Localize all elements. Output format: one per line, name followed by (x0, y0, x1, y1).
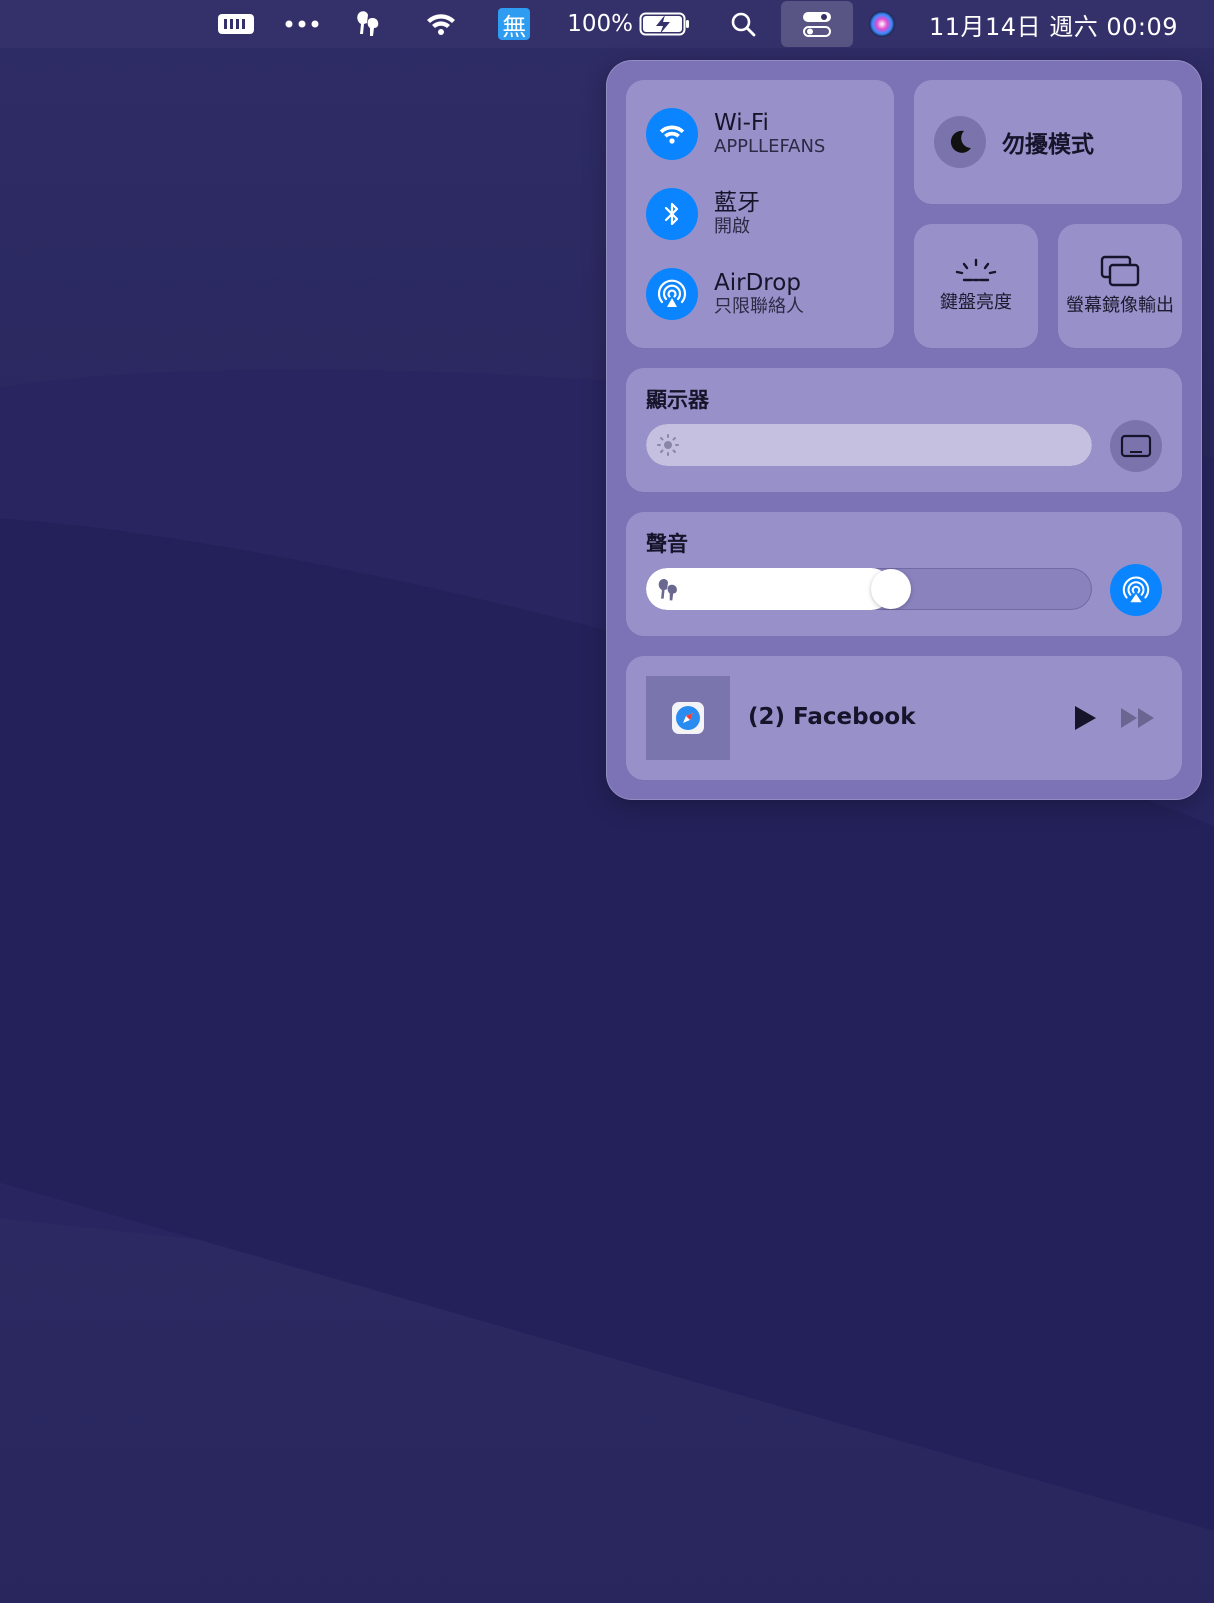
battery-status[interactable]: 100% (567, 0, 691, 48)
airdrop-status: 只限聯絡人 (714, 296, 804, 317)
wifi-icon[interactable] (401, 0, 481, 48)
display-title: 顯示器 (646, 388, 709, 412)
dnd-toggle[interactable] (934, 116, 986, 168)
more-icon[interactable] (269, 0, 335, 48)
keyboard-brightness-icon (955, 258, 997, 282)
bluetooth-row[interactable]: 藍牙 開啟 (646, 188, 760, 240)
do-not-disturb-tile[interactable]: 勿擾模式 (914, 80, 1182, 204)
memory-icon[interactable] (213, 0, 259, 48)
sun-icon (657, 434, 679, 456)
dnd-label: 勿擾模式 (1002, 132, 1094, 158)
input-method-label: 無 (498, 8, 531, 41)
volume-slider[interactable] (646, 568, 1092, 610)
wifi-title: Wi-Fi (714, 110, 769, 136)
bluetooth-icon (664, 202, 679, 226)
brightness-fill (646, 424, 1092, 466)
airdrop-title: AirDrop (714, 270, 801, 296)
keyboard-brightness-tile[interactable]: 鍵盤亮度 (914, 224, 1038, 348)
play-icon[interactable] (1072, 704, 1098, 732)
screen-mirroring-icon (1100, 255, 1140, 287)
sound-tile: 聲音 (626, 512, 1182, 636)
airdrop-row[interactable]: AirDrop 只限聯絡人 (646, 268, 804, 320)
bluetooth-title: 藍牙 (714, 190, 760, 216)
battery-percent: 100% (567, 11, 633, 37)
airpods-icon (658, 578, 677, 601)
input-method-icon[interactable]: 無 (481, 0, 547, 48)
display-tile: 顯示器 (626, 368, 1182, 492)
search-icon[interactable] (705, 0, 781, 48)
screen-mirroring-tile[interactable]: 螢幕鏡像輸出 (1058, 224, 1182, 348)
airpods-icon[interactable] (335, 0, 401, 48)
airdrop-toggle[interactable] (646, 268, 698, 320)
airplay-audio-icon (1122, 576, 1150, 603)
wifi-network: APPLLEFANS (714, 136, 826, 157)
wifi-row[interactable]: Wi-Fi APPLLEFANS (646, 108, 825, 160)
bluetooth-toggle[interactable] (646, 188, 698, 240)
now-playing-tile[interactable]: (2) Facebook (626, 656, 1182, 780)
audio-output-button[interactable] (1110, 564, 1162, 616)
safari-icon (672, 702, 704, 734)
control-center-panel: Wi-Fi APPLLEFANS 藍牙 開啟 AirDrop 只限聯絡人 勿擾模… (606, 60, 1202, 800)
fast-forward-icon[interactable] (1120, 706, 1156, 730)
display-settings-button[interactable] (1110, 420, 1162, 472)
brightness-slider[interactable] (646, 424, 1092, 466)
screen-mirroring-label: 螢幕鏡像輸出 (1066, 295, 1174, 316)
connectivity-tile: Wi-Fi APPLLEFANS 藍牙 開啟 AirDrop 只限聯絡人 (626, 80, 894, 348)
display-icon (1120, 434, 1152, 458)
sound-title: 聲音 (646, 532, 688, 556)
menu-clock[interactable]: 11月14日 週六 00:09 (929, 0, 1214, 48)
wifi-toggle[interactable] (646, 108, 698, 160)
airdrop-icon (657, 279, 687, 307)
control-center-icon[interactable] (781, 1, 853, 47)
battery-icon (639, 11, 691, 37)
menu-bar: 無 100% 11月14日 週六 00:09 (0, 0, 1214, 48)
now-playing-title: (2) Facebook (748, 704, 916, 730)
wifi-icon (659, 125, 685, 144)
siri-icon[interactable] (857, 0, 907, 48)
volume-knob[interactable] (871, 569, 912, 609)
album-art (646, 676, 730, 760)
keyboard-brightness-label: 鍵盤亮度 (940, 292, 1012, 313)
volume-fill (646, 568, 893, 610)
moon-icon (950, 130, 971, 153)
bluetooth-status: 開啟 (714, 216, 750, 237)
